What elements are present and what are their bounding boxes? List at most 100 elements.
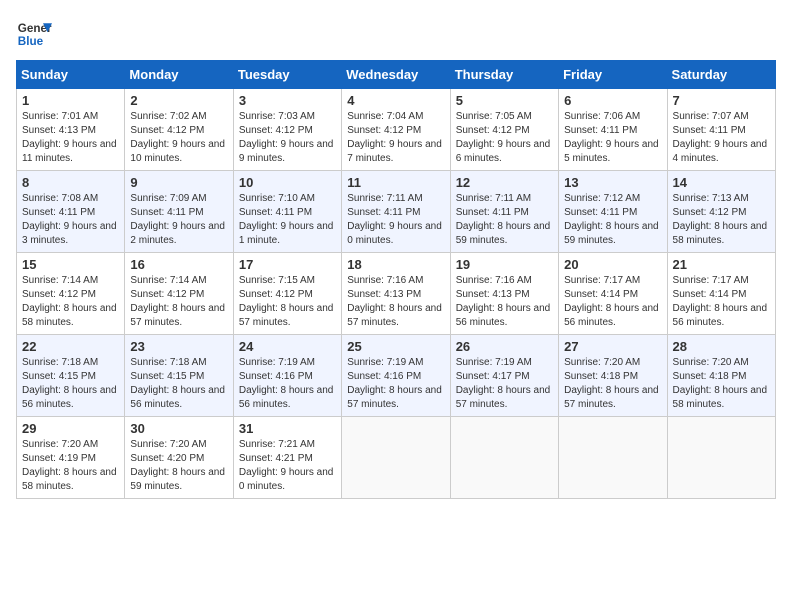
day-number: 21: [673, 257, 770, 272]
day-info: Sunrise: 7:19 AM Sunset: 4:16 PM Dayligh…: [239, 356, 336, 412]
day-number: 22: [22, 339, 119, 354]
day-info: Sunrise: 7:20 AM Sunset: 4:18 PM Dayligh…: [673, 356, 770, 412]
day-info: Sunrise: 7:18 AM Sunset: 4:15 PM Dayligh…: [22, 356, 119, 412]
day-number: 13: [564, 175, 661, 190]
calendar-cell: 22 Sunrise: 7:18 AM Sunset: 4:15 PM Dayl…: [17, 335, 125, 417]
day-info: Sunrise: 7:14 AM Sunset: 4:12 PM Dayligh…: [130, 274, 227, 330]
day-info: Sunrise: 7:17 AM Sunset: 4:14 PM Dayligh…: [673, 274, 770, 330]
calendar-cell: 29 Sunrise: 7:20 AM Sunset: 4:19 PM Dayl…: [17, 417, 125, 499]
day-number: 12: [456, 175, 553, 190]
header-monday: Monday: [125, 61, 233, 89]
calendar-week-1: 1 Sunrise: 7:01 AM Sunset: 4:13 PM Dayli…: [17, 89, 776, 171]
calendar-cell: 17 Sunrise: 7:15 AM Sunset: 4:12 PM Dayl…: [233, 253, 341, 335]
day-number: 26: [456, 339, 553, 354]
day-info: Sunrise: 7:19 AM Sunset: 4:17 PM Dayligh…: [456, 356, 553, 412]
header-wednesday: Wednesday: [342, 61, 450, 89]
day-number: 4: [347, 93, 444, 108]
day-info: Sunrise: 7:21 AM Sunset: 4:21 PM Dayligh…: [239, 438, 336, 494]
calendar-cell: [342, 417, 450, 499]
day-number: 7: [673, 93, 770, 108]
day-number: 9: [130, 175, 227, 190]
calendar-cell: 5 Sunrise: 7:05 AM Sunset: 4:12 PM Dayli…: [450, 89, 558, 171]
day-number: 15: [22, 257, 119, 272]
calendar-week-2: 8 Sunrise: 7:08 AM Sunset: 4:11 PM Dayli…: [17, 171, 776, 253]
calendar-cell: 23 Sunrise: 7:18 AM Sunset: 4:15 PM Dayl…: [125, 335, 233, 417]
calendar-cell: 3 Sunrise: 7:03 AM Sunset: 4:12 PM Dayli…: [233, 89, 341, 171]
day-number: 19: [456, 257, 553, 272]
calendar-cell: [559, 417, 667, 499]
calendar-cell: 24 Sunrise: 7:19 AM Sunset: 4:16 PM Dayl…: [233, 335, 341, 417]
day-number: 27: [564, 339, 661, 354]
calendar-cell: 13 Sunrise: 7:12 AM Sunset: 4:11 PM Dayl…: [559, 171, 667, 253]
day-number: 2: [130, 93, 227, 108]
day-number: 18: [347, 257, 444, 272]
page-header: General Blue: [16, 16, 776, 52]
day-number: 3: [239, 93, 336, 108]
calendar-cell: 31 Sunrise: 7:21 AM Sunset: 4:21 PM Dayl…: [233, 417, 341, 499]
calendar-cell: 10 Sunrise: 7:10 AM Sunset: 4:11 PM Dayl…: [233, 171, 341, 253]
calendar-week-3: 15 Sunrise: 7:14 AM Sunset: 4:12 PM Dayl…: [17, 253, 776, 335]
header-sunday: Sunday: [17, 61, 125, 89]
day-number: 14: [673, 175, 770, 190]
day-number: 10: [239, 175, 336, 190]
calendar-cell: 27 Sunrise: 7:20 AM Sunset: 4:18 PM Dayl…: [559, 335, 667, 417]
day-number: 20: [564, 257, 661, 272]
day-number: 17: [239, 257, 336, 272]
day-info: Sunrise: 7:12 AM Sunset: 4:11 PM Dayligh…: [564, 192, 661, 248]
day-info: Sunrise: 7:07 AM Sunset: 4:11 PM Dayligh…: [673, 110, 770, 166]
calendar-cell: 16 Sunrise: 7:14 AM Sunset: 4:12 PM Dayl…: [125, 253, 233, 335]
day-info: Sunrise: 7:11 AM Sunset: 4:11 PM Dayligh…: [347, 192, 444, 248]
calendar-cell: 15 Sunrise: 7:14 AM Sunset: 4:12 PM Dayl…: [17, 253, 125, 335]
day-info: Sunrise: 7:16 AM Sunset: 4:13 PM Dayligh…: [347, 274, 444, 330]
day-info: Sunrise: 7:19 AM Sunset: 4:16 PM Dayligh…: [347, 356, 444, 412]
calendar-week-4: 22 Sunrise: 7:18 AM Sunset: 4:15 PM Dayl…: [17, 335, 776, 417]
header-tuesday: Tuesday: [233, 61, 341, 89]
calendar-cell: 30 Sunrise: 7:20 AM Sunset: 4:20 PM Dayl…: [125, 417, 233, 499]
day-number: 31: [239, 421, 336, 436]
logo-icon: General Blue: [16, 16, 52, 52]
day-info: Sunrise: 7:13 AM Sunset: 4:12 PM Dayligh…: [673, 192, 770, 248]
day-info: Sunrise: 7:18 AM Sunset: 4:15 PM Dayligh…: [130, 356, 227, 412]
calendar-week-5: 29 Sunrise: 7:20 AM Sunset: 4:19 PM Dayl…: [17, 417, 776, 499]
calendar-cell: 8 Sunrise: 7:08 AM Sunset: 4:11 PM Dayli…: [17, 171, 125, 253]
calendar-cell: 25 Sunrise: 7:19 AM Sunset: 4:16 PM Dayl…: [342, 335, 450, 417]
calendar-cell: 18 Sunrise: 7:16 AM Sunset: 4:13 PM Dayl…: [342, 253, 450, 335]
day-info: Sunrise: 7:20 AM Sunset: 4:20 PM Dayligh…: [130, 438, 227, 494]
day-info: Sunrise: 7:04 AM Sunset: 4:12 PM Dayligh…: [347, 110, 444, 166]
calendar-cell: 11 Sunrise: 7:11 AM Sunset: 4:11 PM Dayl…: [342, 171, 450, 253]
header-saturday: Saturday: [667, 61, 775, 89]
day-info: Sunrise: 7:20 AM Sunset: 4:19 PM Dayligh…: [22, 438, 119, 494]
day-number: 29: [22, 421, 119, 436]
day-info: Sunrise: 7:02 AM Sunset: 4:12 PM Dayligh…: [130, 110, 227, 166]
day-number: 23: [130, 339, 227, 354]
calendar-cell: 9 Sunrise: 7:09 AM Sunset: 4:11 PM Dayli…: [125, 171, 233, 253]
day-info: Sunrise: 7:09 AM Sunset: 4:11 PM Dayligh…: [130, 192, 227, 248]
day-info: Sunrise: 7:01 AM Sunset: 4:13 PM Dayligh…: [22, 110, 119, 166]
day-number: 8: [22, 175, 119, 190]
day-info: Sunrise: 7:16 AM Sunset: 4:13 PM Dayligh…: [456, 274, 553, 330]
day-info: Sunrise: 7:03 AM Sunset: 4:12 PM Dayligh…: [239, 110, 336, 166]
day-info: Sunrise: 7:08 AM Sunset: 4:11 PM Dayligh…: [22, 192, 119, 248]
svg-text:Blue: Blue: [18, 35, 44, 48]
day-number: 30: [130, 421, 227, 436]
calendar-cell: [667, 417, 775, 499]
day-number: 28: [673, 339, 770, 354]
day-info: Sunrise: 7:10 AM Sunset: 4:11 PM Dayligh…: [239, 192, 336, 248]
day-info: Sunrise: 7:11 AM Sunset: 4:11 PM Dayligh…: [456, 192, 553, 248]
day-info: Sunrise: 7:14 AM Sunset: 4:12 PM Dayligh…: [22, 274, 119, 330]
day-info: Sunrise: 7:05 AM Sunset: 4:12 PM Dayligh…: [456, 110, 553, 166]
day-number: 16: [130, 257, 227, 272]
day-number: 5: [456, 93, 553, 108]
logo: General Blue: [16, 16, 52, 52]
day-info: Sunrise: 7:17 AM Sunset: 4:14 PM Dayligh…: [564, 274, 661, 330]
day-info: Sunrise: 7:06 AM Sunset: 4:11 PM Dayligh…: [564, 110, 661, 166]
day-number: 11: [347, 175, 444, 190]
day-number: 1: [22, 93, 119, 108]
calendar-cell: 14 Sunrise: 7:13 AM Sunset: 4:12 PM Dayl…: [667, 171, 775, 253]
day-info: Sunrise: 7:20 AM Sunset: 4:18 PM Dayligh…: [564, 356, 661, 412]
day-number: 24: [239, 339, 336, 354]
calendar-cell: 26 Sunrise: 7:19 AM Sunset: 4:17 PM Dayl…: [450, 335, 558, 417]
calendar-cell: 7 Sunrise: 7:07 AM Sunset: 4:11 PM Dayli…: [667, 89, 775, 171]
calendar-cell: 19 Sunrise: 7:16 AM Sunset: 4:13 PM Dayl…: [450, 253, 558, 335]
calendar-cell: 2 Sunrise: 7:02 AM Sunset: 4:12 PM Dayli…: [125, 89, 233, 171]
